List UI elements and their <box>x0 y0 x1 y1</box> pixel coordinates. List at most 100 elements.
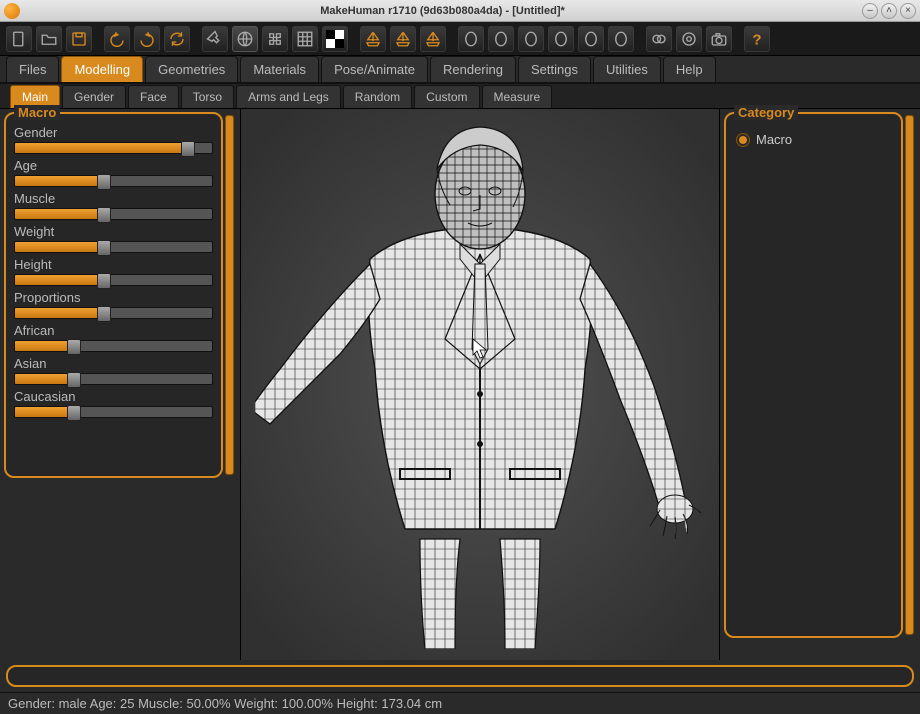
category-option-label: Macro <box>756 132 792 147</box>
subtab-custom[interactable]: Custom <box>414 85 479 108</box>
save-icon[interactable] <box>66 26 92 52</box>
open-icon[interactable] <box>36 26 62 52</box>
radio-icon <box>736 133 750 147</box>
file-icon[interactable] <box>6 26 32 52</box>
slider-thumb[interactable] <box>97 240 111 256</box>
slider-thumb[interactable] <box>67 405 81 421</box>
right-panel: Category Macro <box>720 109 920 660</box>
slider-muscle: Muscle <box>14 191 213 220</box>
app-icon <box>4 3 20 19</box>
camera-icon[interactable] <box>706 26 732 52</box>
status-bar: Gender: male Age: 25 Muscle: 50.00% Weig… <box>0 692 920 714</box>
slider-label: Age <box>14 158 213 173</box>
slider-label: Weight <box>14 224 213 239</box>
maximize-button[interactable]: ˄ <box>881 3 897 19</box>
left-panel: Macro GenderAgeMuscleWeightHeightProport… <box>0 109 240 660</box>
redo-icon[interactable] <box>134 26 160 52</box>
grid-icon[interactable] <box>292 26 318 52</box>
boat2-icon[interactable] <box>390 26 416 52</box>
slider-label: Muscle <box>14 191 213 206</box>
boat1-icon[interactable] <box>360 26 386 52</box>
head-top1-icon[interactable] <box>518 26 544 52</box>
refresh-icon[interactable] <box>164 26 190 52</box>
subtab-random[interactable]: Random <box>343 85 412 108</box>
category-panel: Category Macro <box>724 112 903 638</box>
category-panel-title: Category <box>734 105 798 120</box>
head-top3-icon[interactable] <box>578 26 604 52</box>
slider-height: Height <box>14 257 213 286</box>
macro-panel-title: Macro <box>14 105 60 120</box>
workspace: Macro Gender Age Muscle Weight Height Proport… <box>0 109 920 660</box>
head-front-icon[interactable] <box>458 26 484 52</box>
globe-icon[interactable] <box>232 26 258 52</box>
minimize-button[interactable]: – <box>862 3 878 19</box>
slider-label: Height <box>14 257 213 272</box>
category-option-macro[interactable]: Macro <box>734 128 893 151</box>
head-side-icon[interactable] <box>488 26 514 52</box>
slider-track[interactable] <box>14 406 213 418</box>
slider-gender: Gender <box>14 125 213 154</box>
right-scrollbar[interactable] <box>905 115 914 635</box>
slider-label: Gender <box>14 125 213 140</box>
subtab-face[interactable]: Face <box>128 85 179 108</box>
close-button[interactable]: × <box>900 3 916 19</box>
slider-african: African <box>14 323 213 352</box>
tab-geometries[interactable]: Geometries <box>145 56 238 82</box>
tab-files[interactable]: Files <box>6 56 59 82</box>
slider-label: Proportions <box>14 290 213 305</box>
subtab-torso[interactable]: Torso <box>181 85 234 108</box>
status-input-area <box>0 660 920 692</box>
slider-asian: Asian <box>14 356 213 385</box>
slider-track[interactable] <box>14 373 213 385</box>
tab-settings[interactable]: Settings <box>518 56 591 82</box>
tab-help[interactable]: Help <box>663 56 716 82</box>
slider-age: Age <box>14 158 213 187</box>
slider-thumb[interactable] <box>181 141 195 157</box>
slider-track[interactable] <box>14 142 213 154</box>
checker-icon[interactable] <box>322 26 348 52</box>
pin-icon[interactable] <box>202 26 228 52</box>
slider-thumb[interactable] <box>97 207 111 223</box>
slider-thumb[interactable] <box>97 273 111 289</box>
slider-track[interactable] <box>14 241 213 253</box>
subtab-gender[interactable]: Gender <box>62 85 126 108</box>
viewport-3d[interactable] <box>240 109 720 660</box>
slider-track[interactable] <box>14 307 213 319</box>
window-title: MakeHuman r1710 (9d63b080a4da) - [Untitl… <box>26 5 859 17</box>
slider-thumb[interactable] <box>97 306 111 322</box>
slider-label: African <box>14 323 213 338</box>
blobs-icon[interactable] <box>646 26 672 52</box>
primary-tabs: FilesModellingGeometriesMaterialsPose/An… <box>0 56 920 84</box>
slider-thumb[interactable] <box>67 339 81 355</box>
slider-label: Caucasian <box>14 389 213 404</box>
tab-pose-animate[interactable]: Pose/Animate <box>321 56 428 82</box>
tab-utilities[interactable]: Utilities <box>593 56 661 82</box>
tab-materials[interactable]: Materials <box>240 56 319 82</box>
macro-panel: Macro GenderAgeMuscleWeightHeightProport… <box>4 112 223 478</box>
tab-rendering[interactable]: Rendering <box>430 56 516 82</box>
tab-modelling[interactable]: Modelling <box>61 56 143 82</box>
status-input[interactable] <box>6 665 914 687</box>
slider-track[interactable] <box>14 274 213 286</box>
head-top4-icon[interactable] <box>608 26 634 52</box>
subtab-arms-and-legs[interactable]: Arms and Legs <box>236 85 341 108</box>
slider-label: Asian <box>14 356 213 371</box>
slider-thumb[interactable] <box>67 372 81 388</box>
left-scrollbar[interactable] <box>225 115 234 475</box>
slider-proportions: Proportions <box>14 290 213 319</box>
help-icon[interactable]: ? <box>744 26 770 52</box>
human-wireframe <box>255 109 705 649</box>
slider-thumb[interactable] <box>97 174 111 190</box>
puzzle-icon[interactable] <box>262 26 288 52</box>
subtab-measure[interactable]: Measure <box>482 85 553 108</box>
slider-track[interactable] <box>14 175 213 187</box>
target-icon[interactable] <box>676 26 702 52</box>
slider-track[interactable] <box>14 208 213 220</box>
head-top2-icon[interactable] <box>548 26 574 52</box>
slider-track[interactable] <box>14 340 213 352</box>
boat3-icon[interactable] <box>420 26 446 52</box>
undo-icon[interactable] <box>104 26 130 52</box>
slider-weight: Weight <box>14 224 213 253</box>
main-toolbar: ? <box>0 22 920 56</box>
svg-text:?: ? <box>752 31 761 48</box>
